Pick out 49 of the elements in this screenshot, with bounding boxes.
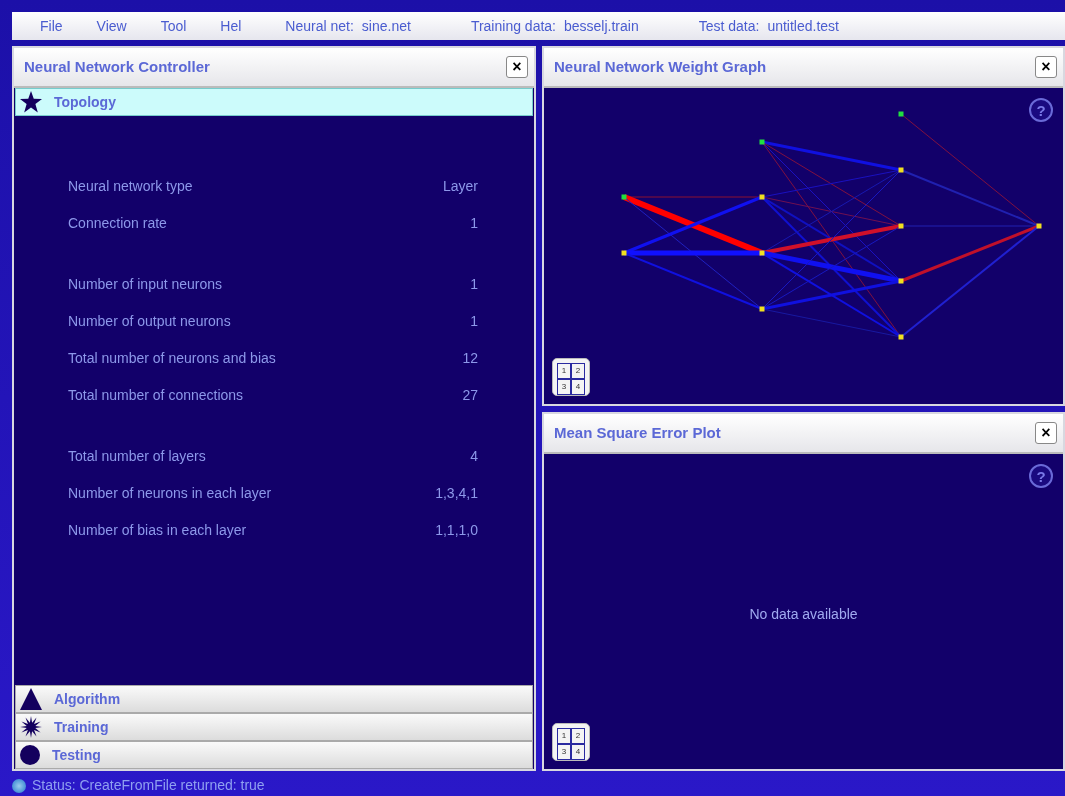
help-button[interactable]: ? <box>1029 98 1053 122</box>
layout-button[interactable]: 1 2 3 4 <box>552 358 590 396</box>
section-header[interactable]: Testing <box>15 741 533 769</box>
property-value: 1 <box>470 312 478 331</box>
close-button[interactable]: × <box>1035 422 1057 444</box>
close-button[interactable]: × <box>1035 56 1057 78</box>
empty-message: No data available <box>748 605 859 624</box>
property-label: Total number of connections <box>68 386 244 405</box>
property-value: 1 <box>470 275 478 294</box>
property-value: 1,3,4,1 <box>435 484 478 503</box>
section-header[interactable]: Algorithm <box>15 685 533 713</box>
menu-item[interactable]: File <box>40 15 63 37</box>
file-name: sine.net <box>361 16 411 36</box>
file-label: Training data: <box>470 16 556 36</box>
panel-title: Neural Network Weight Graph <box>554 56 767 77</box>
menu-item[interactable]: View <box>96 15 127 37</box>
menu-item[interactable]: Tool <box>160 15 187 37</box>
property-value: 1,1,1,0 <box>435 521 478 540</box>
status-icon <box>12 778 26 793</box>
property-label: Number of output neurons <box>68 312 231 331</box>
property-label: Connection rate <box>68 214 167 233</box>
property-label: Neural network type <box>68 177 193 196</box>
section-header[interactable]: Training <box>15 713 533 741</box>
status-text: Status: CreateFromFile returned: true <box>32 776 265 795</box>
file-name: besselj.train <box>564 16 639 36</box>
burst-icon <box>20 716 42 738</box>
file-label: Neural net: <box>285 16 354 36</box>
triangle-icon <box>20 688 42 710</box>
property-label: Number of input neurons <box>68 275 223 294</box>
panel-title: Neural Network Controller <box>24 56 210 77</box>
property-value: Layer <box>442 177 478 196</box>
help-button[interactable]: ? <box>1029 464 1053 488</box>
file-name: untitled.test <box>767 16 839 36</box>
circle-icon <box>20 745 40 765</box>
property-value: 27 <box>462 386 478 405</box>
property-value: 4 <box>470 447 478 466</box>
close-button[interactable]: × <box>506 56 528 78</box>
star-icon <box>20 91 42 113</box>
property-label: Total number of neurons and bias <box>68 349 276 368</box>
property-value: 12 <box>462 349 478 368</box>
property-label: Number of bias in each layer <box>68 521 247 540</box>
menu-item[interactable]: Hel <box>220 15 242 37</box>
layout-button[interactable]: 1 2 3 4 <box>552 723 590 761</box>
file-label: Test data: <box>698 16 760 36</box>
section-header[interactable]: Topology <box>15 88 533 116</box>
property-label: Number of neurons in each layer <box>68 484 272 503</box>
property-label: Total number of layers <box>68 447 206 466</box>
panel-title: Mean Square Error Plot <box>554 422 721 443</box>
property-value: 1 <box>470 214 478 233</box>
